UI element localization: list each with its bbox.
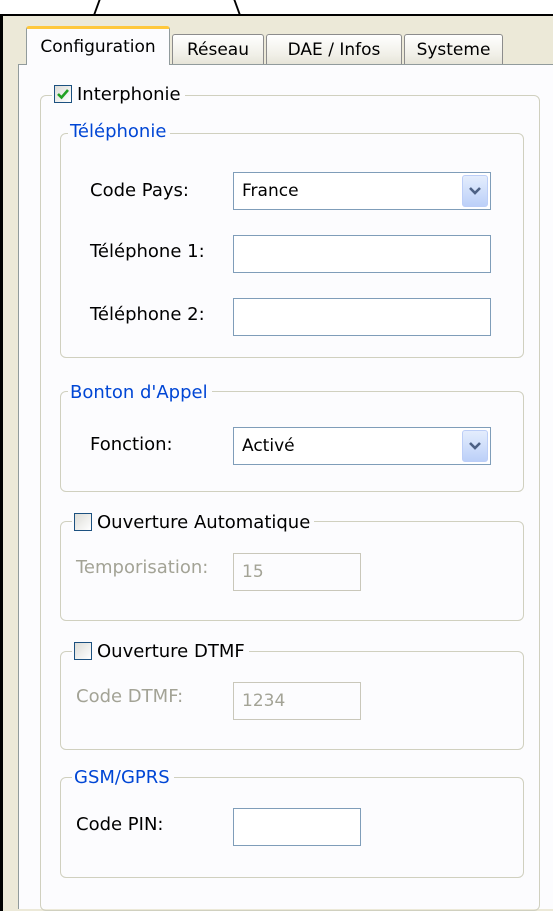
ouverture-dtmf-label: Ouverture DTMF [97,640,245,662]
tab-systeme-label: Systeme [416,39,491,60]
fonction-label: Fonction: [90,434,173,455]
gsm-title: GSM/GPRS [72,764,174,790]
code-dtmf-value: 1234 [242,691,286,711]
tab-dae-infos-label: DAE / Infos [287,39,381,60]
interphonie-checkbox[interactable]: Interphonie [52,81,185,107]
ouverture-auto-checkbox[interactable]: Ouverture Automatique [72,509,315,535]
checkmark-icon [57,89,69,100]
telephone1-input[interactable] [233,235,491,273]
tab-configuration-label: Configuration [40,37,156,57]
bouton-appel-title: Bonton d'Appel [68,379,212,405]
interphonie-label: Interphonie [77,83,181,105]
tab-dae-infos[interactable]: DAE / Infos [266,34,402,64]
temporisation-label: Temporisation: [76,557,209,578]
code-pays-select[interactable]: France [233,172,491,210]
temporisation-input[interactable]: 15 [233,553,361,591]
telephone1-label: Téléphone 1: [90,241,205,262]
fonction-select[interactable]: Activé [233,427,491,465]
telephonie-title: Téléphonie [68,118,171,144]
fonction-dropdown-button[interactable] [462,430,488,462]
gsm-title-text: GSM/GPRS [74,766,170,788]
ouverture-auto-label: Ouverture Automatique [97,511,311,533]
tab-systeme[interactable]: Systeme [404,34,503,64]
tab-configuration[interactable]: Configuration [26,26,170,65]
ouverture-auto-checkbox-box[interactable] [74,513,92,531]
code-pays-label: Code Pays: [90,180,189,201]
code-dtmf-input[interactable]: 1234 [233,682,361,720]
chevron-down-icon [469,187,481,195]
telephone2-label: Téléphone 2: [90,304,205,325]
code-pays-value: France [242,181,299,201]
tab-reseau[interactable]: Réseau [172,34,264,64]
interphonie-checkbox-box[interactable] [54,85,72,103]
tab-reseau-label: Réseau [186,39,249,60]
code-pays-dropdown-button[interactable] [462,175,488,207]
ouverture-dtmf-checkbox[interactable]: Ouverture DTMF [72,638,249,664]
code-pin-label: Code PIN: [76,814,164,835]
window-border-left [0,14,3,911]
fonction-value: Activé [242,436,295,456]
telephone2-input[interactable] [233,298,491,336]
bouton-appel-title-text: Bonton d'Appel [70,381,208,403]
code-pin-input[interactable] [233,808,361,846]
ouverture-dtmf-checkbox-box[interactable] [74,642,92,660]
chevron-down-icon [469,442,481,450]
telephonie-title-text: Téléphonie [70,120,167,142]
temporisation-value: 15 [242,562,264,582]
code-dtmf-label: Code DTMF: [76,686,184,707]
